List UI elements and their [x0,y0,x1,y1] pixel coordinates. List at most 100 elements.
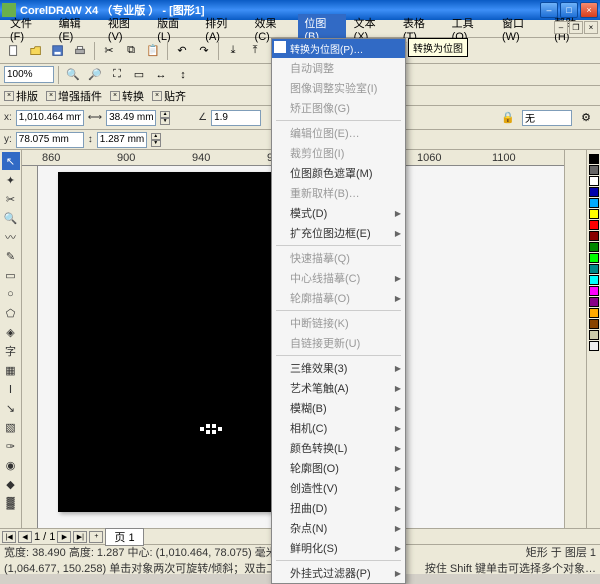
tab-close-icon[interactable]: × [4,91,14,101]
spin-down[interactable]: ▼ [160,118,170,125]
menu-item-4-3[interactable]: 相机(C)▶ [272,418,405,438]
color-swatch-6[interactable] [589,220,599,230]
undo-button[interactable]: ↶ [172,41,192,61]
redo-button[interactable]: ↷ [194,41,214,61]
zoom-page-icon[interactable]: ▭ [129,65,149,85]
color-swatch-1[interactable] [589,165,599,175]
menu-item-5-0[interactable]: 外挂式过滤器(P)▶ [272,563,405,583]
menu-10[interactable]: 窗口(W) [496,14,546,44]
page-prev-button[interactable]: ◀ [18,531,32,543]
doc-minimize-button[interactable]: – [554,21,568,34]
menu-item-4-1[interactable]: 艺术笔触(A)▶ [272,378,405,398]
zoom-in-icon[interactable]: 🔍 [63,65,83,85]
dim-tool[interactable]: Ⅰ [2,380,20,398]
menu-item-4-9[interactable]: 鲜明化(S)▶ [272,538,405,558]
color-swatch-5[interactable] [589,209,599,219]
print-button[interactable] [70,41,90,61]
menu-item-4-6[interactable]: 创造性(V)▶ [272,478,405,498]
plugin-tab-0[interactable]: ×排版 [4,88,38,104]
tab-close-icon[interactable]: × [110,91,120,101]
cut-button[interactable]: ✂ [99,41,119,61]
doc-close-button[interactable]: × [584,21,598,34]
new-button[interactable] [4,41,24,61]
tab-close-icon[interactable]: × [46,91,56,101]
menu-item-1-4[interactable]: 模式(D)▶ [272,203,405,223]
color-swatch-7[interactable] [589,231,599,241]
interactive-fill-tool[interactable]: ▓ [2,494,20,512]
color-swatch-16[interactable] [589,330,599,340]
eyedrop-tool[interactable]: ✑ [2,437,20,455]
zoom-out-icon[interactable]: 🔎 [85,65,105,85]
color-swatch-0[interactable] [589,154,599,164]
x-input[interactable] [16,110,84,126]
tab-close-icon[interactable]: × [152,91,162,101]
color-swatch-15[interactable] [589,319,599,329]
page-next-button[interactable]: ▶ [57,531,71,543]
open-button[interactable] [26,41,46,61]
color-swatch-10[interactable] [589,264,599,274]
menu-item-4-7[interactable]: 扭曲(D)▶ [272,498,405,518]
menu-3[interactable]: 版面(L) [151,14,197,44]
menu-item-4-5[interactable]: 轮廓图(O)▶ [272,458,405,478]
page-first-button[interactable]: |◀ [2,531,16,543]
pick-tool[interactable]: ↖ [2,152,20,170]
spin-up2[interactable]: ▲ [151,133,161,140]
freehand-tool[interactable]: 〰 [2,228,20,246]
menu-1[interactable]: 编辑(E) [53,14,100,44]
text-tool[interactable]: 字 [2,342,20,360]
export-button[interactable]: ⤒ [245,41,265,61]
spin-down2[interactable]: ▼ [151,140,161,147]
plugin-tab-3[interactable]: ×贴齐 [152,88,186,104]
menu-item-4-0[interactable]: 三维效果(3)▶ [272,358,405,378]
color-swatch-17[interactable] [589,341,599,351]
page-object[interactable] [58,172,298,512]
menu-item-4-8[interactable]: 杂点(N)▶ [272,518,405,538]
color-swatch-2[interactable] [589,176,599,186]
zoom-fit-icon[interactable]: ⛶ [107,65,127,85]
zoom-select[interactable] [4,66,54,83]
save-button[interactable] [48,41,68,61]
page-add-button[interactable]: + [89,531,103,543]
menu-item-4-4[interactable]: 颜色转换(L)▶ [272,438,405,458]
ellipse-tool[interactable]: ○ [2,285,20,303]
shape-tool[interactable]: ✦ [2,171,20,189]
plugin-tab-2[interactable]: ×转换 [110,88,144,104]
color-swatch-11[interactable] [589,275,599,285]
zoom-width-icon[interactable]: ↔ [151,65,171,85]
fill-tool[interactable]: ◆ [2,475,20,493]
color-swatch-4[interactable] [589,198,599,208]
import-button[interactable]: ⤓ [223,41,243,61]
rectangle-tool[interactable]: ▭ [2,266,20,284]
doc-restore-button[interactable]: ❐ [569,21,583,34]
page-last-button[interactable]: ▶| [73,531,87,543]
w-input[interactable] [106,110,156,126]
options-icon[interactable]: ⚙ [576,108,596,128]
menu-4[interactable]: 排列(A) [199,14,246,44]
paste-button[interactable]: 📋 [143,41,163,61]
docker-panel[interactable] [564,150,586,528]
menu-item-4-2[interactable]: 模糊(B)▶ [272,398,405,418]
spin-up[interactable]: ▲ [160,111,170,118]
menu-2[interactable]: 视图(V) [102,14,149,44]
polygon-tool[interactable]: ⬠ [2,304,20,322]
h-input[interactable] [97,132,147,148]
zoom-tool[interactable]: 🔍 [2,209,20,227]
fill-select[interactable] [522,110,572,126]
dropdown-header[interactable]: 转换为位图(P)… [272,39,405,58]
basic-shapes-tool[interactable]: ◈ [2,323,20,341]
smart-tool[interactable]: ✎ [2,247,20,265]
menu-item-1-5[interactable]: 扩充位图边框(E)▶ [272,223,405,243]
color-swatch-3[interactable] [589,187,599,197]
lock-icon[interactable]: 🔒 [498,108,518,128]
color-swatch-8[interactable] [589,242,599,252]
menu-0[interactable]: 文件(F) [4,14,51,44]
effects-tool[interactable]: ▧ [2,418,20,436]
y-input[interactable] [16,132,84,148]
table-tool[interactable]: ▦ [2,361,20,379]
color-swatch-9[interactable] [589,253,599,263]
menu-item-1-2[interactable]: 位图颜色遮罩(M) [272,163,405,183]
outline-tool[interactable]: ◉ [2,456,20,474]
connector-tool[interactable]: ↘ [2,399,20,417]
angle-input[interactable] [211,110,261,126]
color-swatch-12[interactable] [589,286,599,296]
